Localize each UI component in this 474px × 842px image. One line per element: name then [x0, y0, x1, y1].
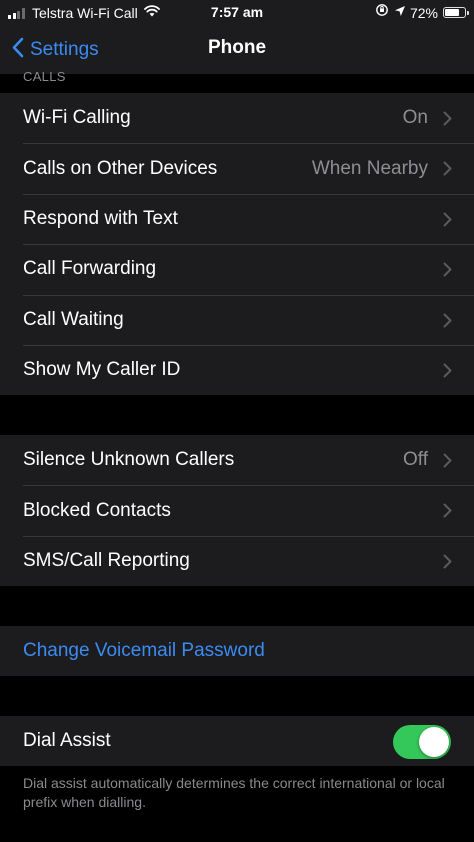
chevron-right-icon	[443, 111, 452, 131]
dial-assist-group: Dial Assist	[0, 716, 474, 767]
chevron-right-icon	[443, 161, 452, 181]
dial-assist-label: Dial Assist	[23, 730, 111, 752]
dial-assist-toggle[interactable]	[393, 725, 451, 759]
chevron-right-icon	[443, 313, 452, 333]
change-voicemail-password-label: Change Voicemail Password	[23, 640, 265, 662]
respond-with-text-row[interactable]: Respond with Text	[0, 193, 474, 244]
orientation-lock-icon	[375, 3, 389, 22]
row-value: Off	[403, 449, 428, 471]
battery-level-fill	[445, 9, 459, 16]
sms-call-reporting-row[interactable]: SMS/Call Reporting	[0, 535, 474, 586]
blocked-contacts-row[interactable]: Blocked Contacts	[0, 485, 474, 535]
row-label: Calls on Other Devices	[23, 157, 218, 179]
voicemail-group: Change Voicemail Password	[0, 626, 474, 677]
chevron-right-icon	[443, 262, 452, 282]
row-label: Blocked Contacts	[23, 499, 171, 521]
calls-section-header: CALLS	[23, 69, 66, 84]
chevron-right-icon	[443, 503, 452, 523]
page-title: Phone	[207, 37, 267, 58]
row-label: Silence Unknown Callers	[23, 449, 235, 471]
privacy-group: Silence Unknown Callers Off Blocked Cont…	[0, 435, 474, 587]
row-label: Call Waiting	[23, 308, 124, 330]
battery-icon	[443, 7, 469, 18]
row-label: Call Forwarding	[23, 258, 157, 280]
row-value: When Nearby	[311, 157, 428, 179]
row-label: Wi-Fi Calling	[23, 107, 131, 129]
calls-group: Wi-Fi Calling On Calls on Other Devices …	[0, 93, 474, 396]
call-forwarding-row[interactable]: Call Forwarding	[0, 244, 474, 294]
chevron-right-icon	[443, 212, 452, 232]
location-arrow-icon	[394, 4, 406, 22]
row-value: On	[402, 107, 428, 129]
toggle-knob	[419, 727, 449, 757]
row-label: Show My Caller ID	[23, 359, 181, 381]
silence-unknown-callers-row[interactable]: Silence Unknown Callers Off	[0, 435, 474, 485]
dial-assist-footer-note: Dial assist automatically determines the…	[23, 775, 445, 810]
chevron-right-icon	[443, 554, 452, 574]
navigation-bar: Settings Phone	[0, 24, 474, 74]
status-right: 72%	[375, 3, 469, 22]
chevron-right-icon	[443, 363, 452, 383]
dial-assist-row: Dial Assist	[0, 716, 474, 766]
row-label: SMS/Call Reporting	[23, 549, 190, 571]
battery-percentage: 72%	[409, 4, 438, 21]
chevron-right-icon	[443, 453, 452, 473]
call-waiting-row[interactable]: Call Waiting	[0, 294, 474, 345]
wifi-calling-row[interactable]: Wi-Fi Calling On	[0, 93, 474, 143]
row-label: Respond with Text	[23, 207, 178, 229]
calls-on-other-devices-row[interactable]: Calls on Other Devices When Nearby	[0, 143, 474, 193]
status-bar: Telstra Wi-Fi Call 7:57 am 72%	[0, 0, 474, 24]
show-my-caller-id-row[interactable]: Show My Caller ID	[0, 344, 474, 395]
change-voicemail-password-button[interactable]: Change Voicemail Password	[0, 626, 474, 676]
